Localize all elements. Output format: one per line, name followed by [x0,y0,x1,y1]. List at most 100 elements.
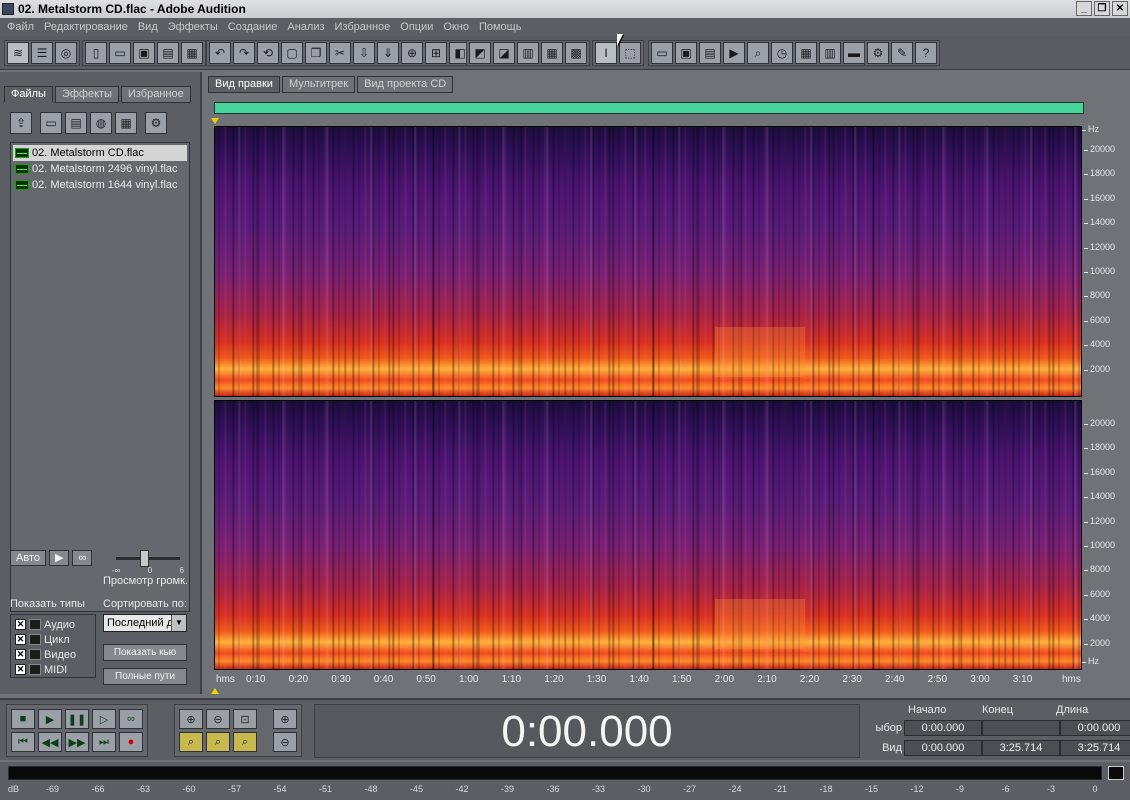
checkbox[interactable]: ✕ [15,634,26,645]
trim-icon[interactable]: ⊞ [425,42,447,64]
close-file-icon[interactable]: ▤ [65,112,87,134]
window-mixer-icon[interactable]: ▬ [843,42,865,64]
play-to-end-icon[interactable]: ▷ [92,709,116,729]
overview-bar[interactable] [214,102,1084,114]
time-ruler[interactable]: hms hms 0:10 0:20 0:30 0:40 0:50 1:00 1:10 1:20… [214,672,1082,688]
go-to-end-icon[interactable]: ⏭ [92,732,116,752]
spectral-phase-icon[interactable]: ▦ [541,42,563,64]
zoom-left-icon[interactable]: ⌕ [206,732,230,752]
repeat-icon[interactable]: ⟲ [257,42,279,64]
zoom-out-vertical-icon[interactable]: ⊖ [273,732,297,752]
window-selection-icon[interactable]: ▦ [795,42,817,64]
time-selection-tool-icon[interactable]: I [595,42,617,64]
loop-icon[interactable]: ∞ [119,709,143,729]
copy-new-icon[interactable]: ▢ [281,42,303,64]
record-icon[interactable]: ● [119,732,143,752]
undo-icon[interactable]: ↶ [209,42,231,64]
restore-button[interactable]: ❐ [1094,1,1110,16]
close-button[interactable]: ✕ [1112,1,1128,16]
selection-start-field[interactable]: 0:00.000 [904,720,982,736]
copy-icon[interactable]: ❐ [305,42,327,64]
menu-favorites[interactable]: Избранное [330,21,396,33]
menu-analyze[interactable]: Анализ [282,21,329,33]
list-item[interactable]: 02. Metalstorm 2496 vinyl.flac [13,161,187,177]
edit-icon[interactable]: ✎ [891,42,913,64]
spectrogram-left-channel[interactable] [214,126,1082,397]
menu-options[interactable]: Опции [395,21,438,33]
start-marker-icon[interactable] [211,118,219,124]
selection-length-field[interactable]: 0:00.000 [1060,720,1130,736]
zoom-full-icon[interactable]: ⊡ [233,709,257,729]
settings-icon[interactable]: ⚙ [867,42,889,64]
preview-play-icon[interactable]: ▶ [48,550,70,566]
spectral-display-icon[interactable]: ◪ [493,42,515,64]
checkbox[interactable]: ✕ [15,649,26,660]
type-video[interactable]: ✕ Видео [15,647,91,662]
pause-icon[interactable]: ❚❚ [65,709,89,729]
type-midi[interactable]: ✕ MIDI [15,662,91,677]
minimize-button[interactable]: _ [1076,1,1092,16]
preview-loop-icon[interactable]: ∞ [72,550,93,566]
zoom-out-icon[interactable]: ⊖ [206,709,230,729]
zoom-in-icon[interactable]: ⊕ [179,709,203,729]
stop-icon[interactable]: ■ [11,709,35,729]
list-item[interactable]: 02. Metalstorm CD.flac [13,145,187,161]
view-length-field[interactable]: 3:25.714 [1060,740,1130,756]
window-favorites-icon[interactable]: ▣ [675,42,697,64]
open-file-icon[interactable]: ▭ [109,42,131,64]
waveform-display-icon[interactable]: ◩ [469,42,491,64]
tab-favorites[interactable]: Избранное [120,86,191,103]
checkbox[interactable]: ✕ [15,619,26,630]
menu-effects[interactable]: Эффекты [163,21,223,33]
tab-edit-view[interactable]: Вид правки [208,76,280,93]
insert-multitrack-icon[interactable]: ◍ [90,112,112,134]
tab-multitrack[interactable]: Мультитрек [281,76,356,93]
go-to-start-icon[interactable]: ⏮ [11,732,35,752]
paste-icon[interactable]: ⇩ [353,42,375,64]
list-item[interactable]: 02. Metalstorm 1644 vinyl.flac [13,177,187,193]
tab-cd-project[interactable]: Вид проекта CD [357,76,454,93]
zoom-selection-icon[interactable]: ⌕ [179,732,203,752]
type-audio[interactable]: ✕ Аудио [15,617,91,632]
view-end-field[interactable]: 3:25.714 [982,740,1060,756]
file-options-icon[interactable]: ⚙ [145,112,167,134]
open-folder-icon[interactable]: ▭ [40,112,62,134]
clip-indicator[interactable] [1108,766,1124,780]
zoom-in-vertical-icon[interactable]: ⊕ [273,709,297,729]
show-cue-button[interactable]: Показать кью [103,644,187,661]
preview-volume-slider[interactable]: -∞ 0 6 [112,550,184,578]
chevron-down-icon[interactable]: ▼ [171,615,186,631]
selection-end-field[interactable] [982,720,1060,736]
menu-help[interactable]: Помощь [474,21,527,33]
tab-files[interactable]: Файлы [4,86,53,103]
play-icon[interactable]: ▶ [38,709,62,729]
fast-forward-icon[interactable]: ▶▶ [65,732,89,752]
spectral-pan-icon[interactable]: ▥ [517,42,539,64]
redo-icon[interactable]: ↷ [233,42,255,64]
window-organizer-icon[interactable]: ▭ [651,42,673,64]
type-loop[interactable]: ✕ Цикл [15,632,91,647]
auto-play-button[interactable]: Авто [10,550,46,566]
help-icon[interactable]: ? [915,42,937,64]
window-time-icon[interactable]: ◷ [771,42,793,64]
pitch-display-icon[interactable]: ▩ [565,42,587,64]
save-all-icon[interactable]: ▤ [157,42,179,64]
tab-effects[interactable]: Эффекты [54,86,119,103]
cd-view-icon[interactable]: ◎ [55,42,77,64]
menu-generate[interactable]: Создание [223,21,283,33]
spectrogram-right-channel[interactable] [214,400,1082,670]
slider-thumb[interactable] [140,550,149,567]
save-icon[interactable]: ▣ [133,42,155,64]
paste-new-icon[interactable]: ⇓ [377,42,399,64]
mix-paste-icon[interactable]: ⊕ [401,42,423,64]
full-paths-button[interactable]: Полные пути [103,668,187,685]
menu-file[interactable]: Файл [2,21,39,33]
menu-view[interactable]: Вид [133,21,163,33]
rewind-icon[interactable]: ◀◀ [38,732,62,752]
edit-view-icon[interactable]: ≋ [7,42,29,64]
menu-window[interactable]: Окно [438,21,474,33]
new-file-icon[interactable]: ▯ [85,42,107,64]
window-transport-icon[interactable]: ▶ [723,42,745,64]
menu-edit[interactable]: Редактирование [39,21,133,33]
multitrack-view-icon[interactable]: ☰ [31,42,53,64]
